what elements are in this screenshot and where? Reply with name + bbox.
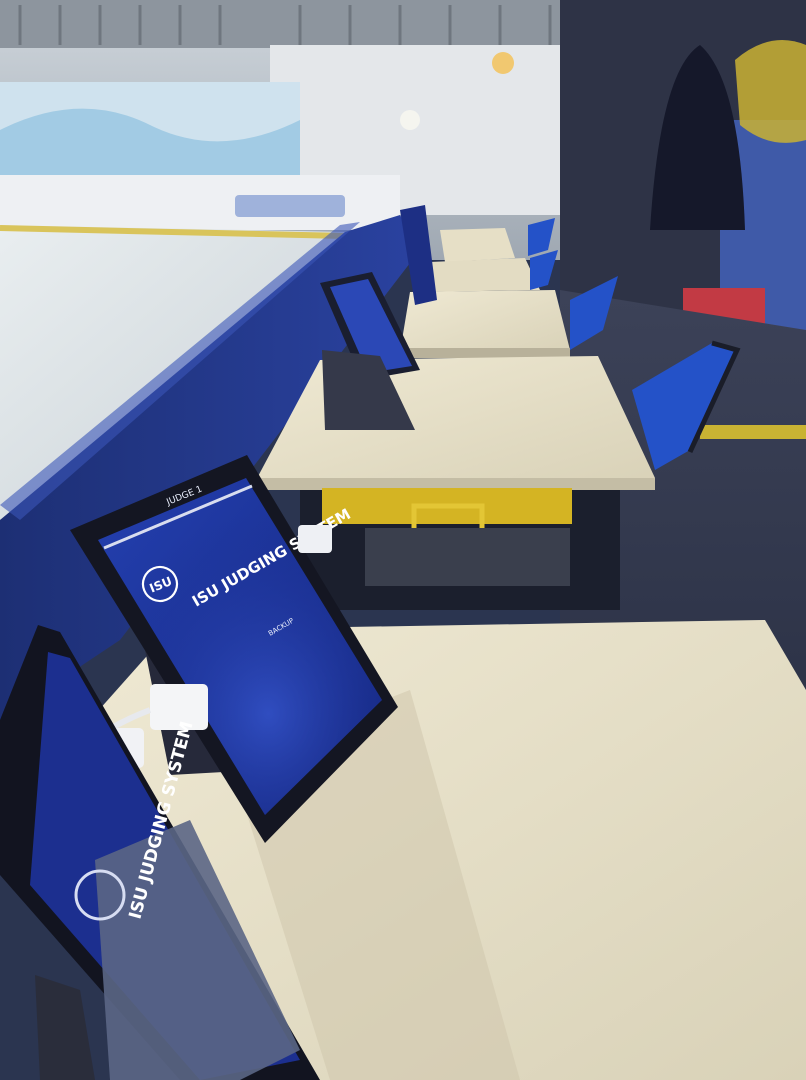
flower-decoration [735, 40, 806, 143]
arena-light-2 [400, 110, 420, 130]
desk-far-1-front [400, 348, 570, 358]
tablet-clip-top [298, 525, 332, 553]
tablet-front-stand [35, 975, 95, 1080]
rink-board-logo [235, 195, 345, 217]
desk-far-2 [425, 258, 540, 292]
desk-middle-panel [365, 528, 570, 586]
arena-light [492, 52, 514, 74]
desk-far-3 [440, 228, 515, 262]
photo-scene: JUDGE 1 ISU ISU JUDGING SYSTEM BACKUP IS… [0, 0, 806, 1080]
desk-middle-top [255, 356, 655, 482]
